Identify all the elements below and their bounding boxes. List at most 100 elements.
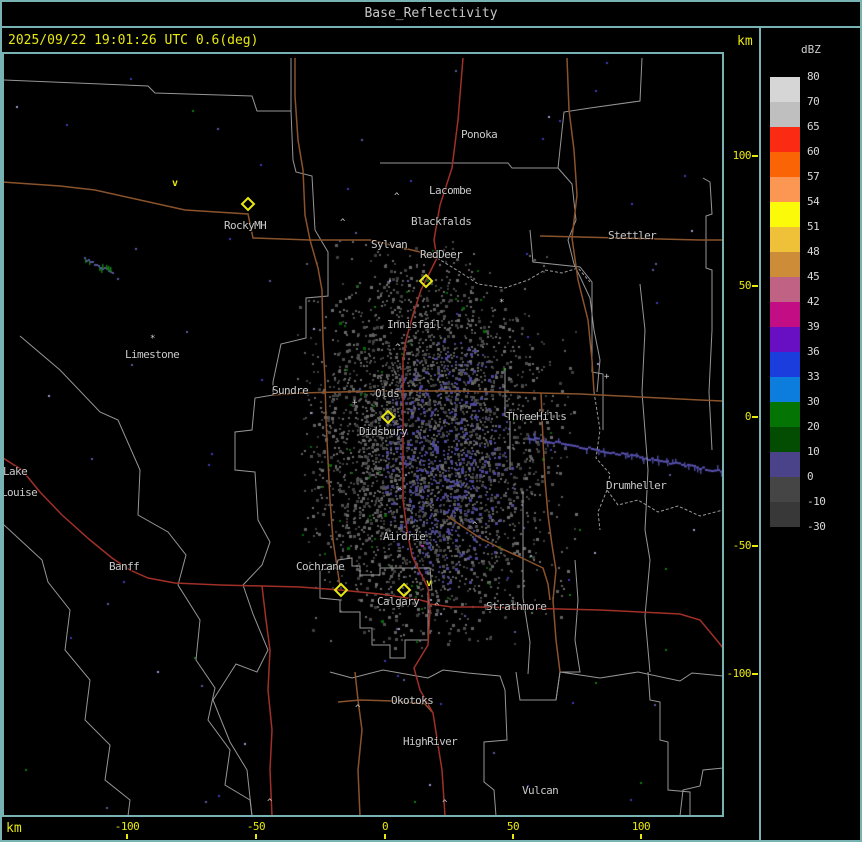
colorbar-value-label: 10 <box>807 445 820 458</box>
x-axis-tick-mark <box>512 834 514 839</box>
y-axis-tick-label: 100 <box>732 149 752 162</box>
colorbar-value-label: 45 <box>807 270 820 283</box>
colorbar-swatch <box>770 102 800 127</box>
colorbar-value-label: 54 <box>807 195 820 208</box>
colorbar-value-label: 36 <box>807 345 820 358</box>
x-axis-tick-mark <box>640 834 642 839</box>
colorbar-value-label: 33 <box>807 370 820 383</box>
y-axis-tick-mark <box>752 545 758 547</box>
title-separator <box>0 26 862 28</box>
map-point-marker: ^ <box>397 487 403 497</box>
colorbar-swatch <box>770 352 800 377</box>
colorbar-value-label: 0 <box>807 470 814 483</box>
title-bar: Base_Reflectivity <box>0 0 862 26</box>
colorbar-value-label: 42 <box>807 295 820 308</box>
map-city-label: Ponoka <box>461 128 498 141</box>
range-axis-horizontal: km -100 -50 0 50 100 <box>0 817 759 840</box>
colorbar-value-label: -10 <box>807 495 826 508</box>
colorbar-swatch <box>770 127 800 152</box>
map-city-label: Vulcan <box>522 784 559 797</box>
map-city-label: Limestone <box>125 348 180 361</box>
map-city-label: Calgary <box>377 595 420 608</box>
x-axis-tick-mark <box>384 834 386 839</box>
map-point-marker: ^ <box>394 192 400 202</box>
y-axis-tick-mark <box>752 673 758 675</box>
map-point-marker: + <box>604 372 610 382</box>
map-city-label: Blackfalds <box>411 215 472 228</box>
map-point-marker: ^ <box>355 704 361 714</box>
colorbar-swatch <box>770 177 800 202</box>
colorbar-value-label: -30 <box>807 520 826 533</box>
map-city-label: Strathmore <box>486 600 547 613</box>
map-city-label: Olds <box>375 387 400 400</box>
colorbar-value-label: 48 <box>807 245 820 258</box>
y-axis-tick-label: 0 <box>744 410 752 423</box>
y-axis-tick-mark <box>752 285 758 287</box>
map-labels-layer: Ponoka Lacombe Blackfalds Sylvan RedDeer Stet… <box>3 54 722 815</box>
colorbar-swatch <box>770 377 800 402</box>
y-axis-tick-label: 50 <box>738 279 752 292</box>
colorbar-swatch <box>770 152 800 177</box>
y-axis-tick-mark <box>752 155 758 157</box>
colorbar-value-label: 60 <box>807 145 820 158</box>
x-axis-tick-label: 0 <box>381 820 389 833</box>
colorbar-swatch <box>770 402 800 427</box>
colorbar-swatch <box>770 302 800 327</box>
range-unit-label: km <box>737 34 753 49</box>
colorbar-swatch <box>770 252 800 277</box>
colorbar-value-label: 70 <box>807 95 820 108</box>
x-axis-tick-mark <box>126 834 128 839</box>
wind-v-marker: v <box>172 178 179 189</box>
map-point-marker: ^ <box>442 799 448 809</box>
map-point-marker: ^ <box>395 343 401 353</box>
window-title: Base_Reflectivity <box>364 6 498 21</box>
colorbar-swatch <box>770 427 800 452</box>
map-city-label: Sylvan <box>371 238 408 251</box>
x-axis-tick-label: -50 <box>246 820 266 833</box>
colorbar-swatch <box>770 77 800 102</box>
map-city-label: Lacombe <box>429 184 472 197</box>
y-axis-tick-label: -100 <box>726 667 752 680</box>
colorbar-value-label: 39 <box>807 320 820 333</box>
map-point-marker: * <box>150 334 156 344</box>
map-city-label: Innisfail <box>387 318 442 331</box>
colorbar-value-label: 51 <box>807 220 820 233</box>
colorbar-swatch <box>770 277 800 302</box>
info-bar: 2025/09/22 19:01:26 UTC 0.6(deg) km <box>0 28 759 52</box>
panel-divider <box>759 26 761 840</box>
timestamp-label: 2025/09/22 19:01:26 UTC 0.6(deg) <box>8 33 259 48</box>
x-axis-tick-label: -100 <box>114 820 140 833</box>
x-axis-unit-label: km <box>6 821 22 836</box>
map-city-label: ThreeHills <box>506 410 567 423</box>
y-axis-tick-mark <box>752 416 758 418</box>
map-city-label: Drumheller <box>606 479 667 492</box>
map-city-label: Cochrane <box>296 560 345 573</box>
map-point-marker: ^ <box>472 521 478 531</box>
colorbar-value-label: 20 <box>807 420 820 433</box>
colorbar-value-label: 65 <box>807 120 820 133</box>
colorbar-value-label: 30 <box>807 395 820 408</box>
map-city-label: Sundre <box>272 384 309 397</box>
map-city-label: RockyMH <box>224 219 267 232</box>
wind-v-marker: v <box>426 578 433 589</box>
colorbar-swatch <box>770 202 800 227</box>
map-point-marker: ^ <box>267 798 273 808</box>
y-axis-tick-label: -50 <box>732 539 752 552</box>
colorbar-value-label: 57 <box>807 170 820 183</box>
map-city-label: Okotoks <box>391 694 434 707</box>
x-axis-tick-label: 50 <box>506 820 520 833</box>
x-axis-tick-label: 100 <box>631 820 651 833</box>
range-axis-vertical: 100 50 0 -50 -100 <box>723 52 759 817</box>
map-city-label: Stettler <box>608 229 657 242</box>
colorbar-title: dBZ <box>801 43 821 56</box>
map-city-label: Lake <box>3 465 28 478</box>
colorbar-swatch <box>770 327 800 352</box>
map-city-label: Didsbury <box>359 425 408 438</box>
map-point-marker: + <box>352 398 358 408</box>
map-city-label: HighRiver <box>403 735 458 748</box>
radar-map[interactable]: Ponoka Lacombe Blackfalds Sylvan RedDeer Stet… <box>2 52 724 817</box>
map-point-marker: ^ <box>340 218 346 228</box>
x-axis-tick-mark <box>255 834 257 839</box>
map-city-label: Banff <box>109 560 140 573</box>
colorbar-swatch <box>770 502 800 527</box>
